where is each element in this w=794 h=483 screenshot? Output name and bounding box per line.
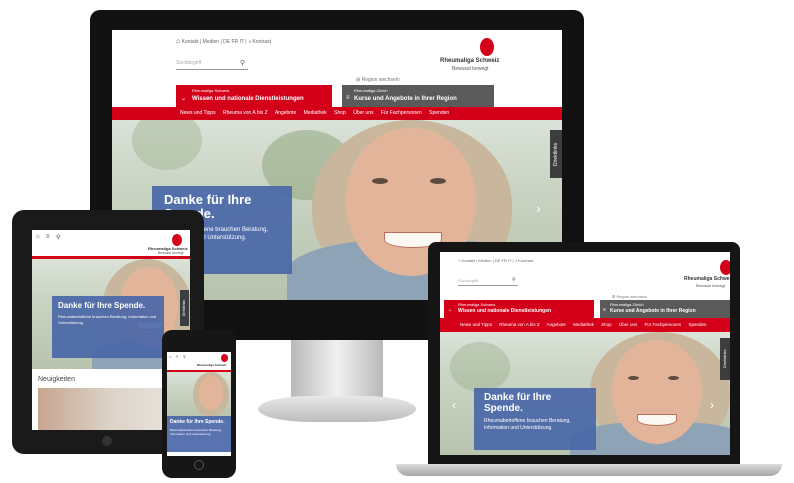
search-icon[interactable]: ⚲: [512, 277, 516, 283]
home-icon[interactable]: ⌂: [458, 258, 460, 263]
main-nav: News und Tipps Rheuma von A bis Z Angebo…: [440, 318, 730, 332]
nav-item-rheuma[interactable]: Rheuma von A bis Z: [499, 322, 539, 327]
national-menu-kicker: Rheumaliga Schweiz: [458, 302, 496, 307]
nav-item-shop[interactable]: Shop: [334, 110, 346, 116]
hero-text: Rheumabetroffene brauchen Beratung, Info…: [484, 418, 571, 431]
topbar-link-kontrast[interactable]: Kontrast: [252, 39, 271, 45]
nav-item-ueber-uns[interactable]: Über uns: [353, 110, 373, 116]
logo-tagline: Bewusst bewegt: [158, 251, 184, 255]
home-icon[interactable]: ⌂: [36, 234, 40, 240]
hero-title: Danke für Ihre Spende.: [170, 419, 225, 425]
nav-item-fachpersonen[interactable]: Für Fachpersonen: [644, 322, 681, 327]
chevron-down-icon: ⌄: [448, 307, 453, 313]
next-slide-arrow-icon[interactable]: ›: [710, 398, 714, 412]
lang-fr[interactable]: FR: [232, 39, 239, 45]
logo-icon[interactable]: [172, 234, 182, 246]
nav-item-ueber-uns[interactable]: Über uns: [619, 322, 637, 327]
nav-item-news[interactable]: News und Tipps: [460, 322, 492, 327]
hero-image: [167, 372, 231, 420]
logo-icon[interactable]: [480, 38, 494, 56]
chevron-down-icon: ⌄: [181, 96, 187, 102]
lang-it[interactable]: IT: [240, 39, 244, 45]
nav-item-angebote[interactable]: Angebote: [547, 322, 566, 327]
nav-item-spenden[interactable]: Spenden: [429, 110, 449, 116]
logo-tagline: Bewusst bewegt: [452, 66, 489, 72]
direktlinks-tab[interactable]: Direktlinks: [180, 290, 189, 326]
hero-text: Rheumabetroffene brauchen Beratung, Info…: [58, 314, 157, 325]
contrast-icon[interactable]: ◑: [248, 39, 251, 45]
logo-name: Rheumaliga Schweiz: [684, 276, 730, 282]
hero-title-line2: Spende.: [484, 403, 523, 414]
logo-name: Rheumaliga Schweiz: [440, 58, 500, 64]
national-menu[interactable]: Rheumaliga Schweiz ⌄ Wissen und national…: [444, 300, 594, 318]
region-label[interactable]: ⊞ Region wechseln: [612, 294, 647, 299]
hero-text: Rheumabetroffene brauchen Beratung, Info…: [170, 428, 222, 436]
logo-name: Rheumaliga Schweiz: [197, 363, 227, 367]
main-nav: News und Tipps Rheuma von A bis Z Angebo…: [112, 107, 562, 120]
nav-item-angebote[interactable]: Angebote: [275, 110, 296, 116]
phone-home-button: [194, 460, 204, 470]
hero-title: Danke für Ihre Spende.: [58, 301, 146, 310]
national-menu-title: Wissen und nationale Dienstleistungen: [458, 308, 552, 314]
direktlinks-tab[interactable]: Direktlinks: [550, 130, 562, 178]
regional-menu-title: Kurse und Angebote in Ihrer Region: [354, 96, 457, 102]
topbar-link-kontakt[interactable]: Kontakt: [182, 39, 199, 45]
lang-fr[interactable]: FR: [501, 258, 506, 263]
regional-menu-kicker: Rheumaliga Zürich: [610, 302, 644, 307]
nav-item-rheuma[interactable]: Rheuma von A bis Z: [223, 110, 268, 116]
search-input[interactable]: Suchbegriff: [458, 278, 518, 286]
menu-icon: ≡: [346, 95, 350, 101]
national-menu-title: Wissen und nationale Dienstleistungen: [192, 96, 304, 102]
tablet-home-button: [102, 436, 112, 446]
news-heading: Neuigkeiten: [38, 376, 75, 383]
next-slide-arrow-icon[interactable]: ›: [536, 200, 541, 216]
search-icon[interactable]: ⚲: [183, 354, 186, 359]
national-menu-kicker: Rheumaliga Schweiz: [192, 88, 230, 93]
lang-it[interactable]: IT: [508, 258, 511, 263]
nav-item-mediathek[interactable]: Mediathek: [573, 322, 594, 327]
hero-donate-box[interactable]: Danke für Ihre Spende. Rheumabetroffene …: [52, 296, 164, 358]
logo-tagline: Bewusst bewegt: [696, 283, 726, 288]
topbar-link-medien[interactable]: Medien: [203, 39, 219, 45]
menu-icon[interactable]: ≡: [46, 234, 50, 240]
hero-donate-box[interactable]: Danke für Ihre Spende. Rheumabetroffene …: [167, 416, 231, 452]
search-input[interactable]: Suchbegriff: [176, 60, 248, 70]
region-label[interactable]: ⊞ Region wechseln: [356, 77, 400, 83]
hero-title: Danke für Ihre: [164, 192, 252, 207]
monitor-stand-base: [258, 396, 416, 422]
nav-item-spenden[interactable]: Spenden: [689, 322, 707, 327]
nav-item-mediathek[interactable]: Mediathek: [304, 110, 327, 116]
nav-item-shop[interactable]: Shop: [601, 322, 612, 327]
direktlinks-tab[interactable]: Direktlinks: [720, 338, 730, 380]
topbar: ⌂ Kontakt | Medien | DE FR IT | ◑ Kontra…: [176, 38, 272, 45]
topbar-link-medien[interactable]: Medien: [478, 258, 491, 263]
regional-menu[interactable]: Rheumaliga Zürich ≡ Kurse und Angebote i…: [600, 300, 730, 318]
home-icon[interactable]: ⌂: [169, 354, 171, 359]
search-icon[interactable]: ⚲: [240, 59, 245, 67]
regional-menu-title: Kurse und Angebote in Ihrer Region: [610, 308, 696, 314]
regional-menu[interactable]: Rheumaliga Zürich ≡ Kurse und Angebote i…: [342, 85, 494, 107]
topbar-link-kontrast[interactable]: Kontrast: [518, 258, 533, 263]
contrast-icon[interactable]: ◑: [515, 258, 517, 263]
search-icon[interactable]: ⚲: [56, 234, 60, 241]
laptop-screen: ⌂ Kontakt | Medien | DE FR IT | ◑ Kontra…: [440, 252, 730, 455]
menu-icon[interactable]: ≡: [176, 354, 178, 359]
topbar-link-kontakt[interactable]: Kontakt: [462, 258, 476, 263]
phone-screen: ⌂ ≡ ⚲ Rheumaliga Schweiz Danke für Ihre …: [167, 352, 231, 456]
nav-item-news[interactable]: News und Tipps: [180, 110, 216, 116]
menu-icon: ≡: [603, 307, 606, 313]
lang-de[interactable]: DE: [495, 258, 501, 263]
logo-icon[interactable]: [720, 260, 730, 275]
home-icon[interactable]: ⌂: [176, 38, 180, 45]
hero-title: Danke für Ihre: [484, 392, 552, 403]
hero-donate-box[interactable]: Danke für Ihre Spende. Rheumabetroffene …: [474, 388, 596, 450]
national-menu[interactable]: Rheumaliga Schweiz ⌄ Wissen und national…: [176, 85, 332, 107]
logo-icon[interactable]: [221, 354, 228, 362]
lang-de[interactable]: DE: [223, 39, 230, 45]
laptop-base: [396, 464, 782, 476]
regional-menu-kicker: Rheumaliga Zürich: [354, 88, 388, 93]
monitor-stand-neck: [291, 340, 383, 400]
nav-item-fachpersonen[interactable]: Für Fachpersonen: [381, 110, 422, 116]
prev-slide-arrow-icon[interactable]: ‹: [452, 398, 456, 412]
